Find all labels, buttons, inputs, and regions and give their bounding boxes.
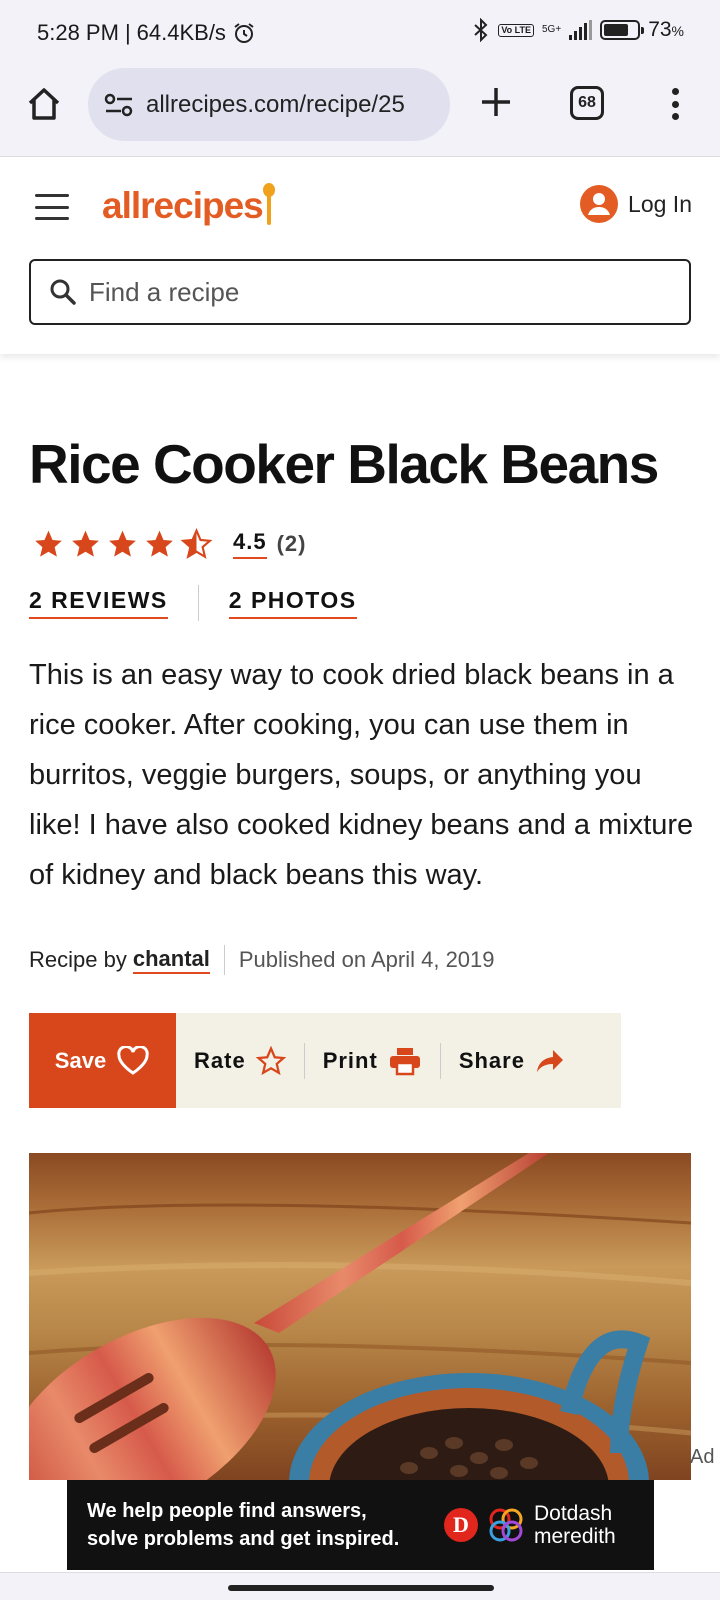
share-arrow-icon (536, 1049, 563, 1072)
rate-button[interactable]: Rate (176, 1045, 304, 1076)
ad-brand: D Dotdash meredith (444, 1502, 616, 1548)
action-bar: Save Rate Print Share (29, 1013, 621, 1108)
home-icon (28, 88, 60, 120)
home-button[interactable] (24, 84, 64, 124)
tab-switcher-button[interactable]: 68 (570, 86, 604, 120)
plus-icon (482, 88, 510, 116)
spoon-logo-icon (263, 183, 275, 225)
divider (197, 585, 199, 621)
ad-brand-name: Dotdash meredith (534, 1502, 616, 1548)
search-input[interactable]: Find a recipe (29, 259, 691, 325)
status-right: Vo LTE 5G+ 73% (472, 18, 684, 42)
battery-icon (600, 20, 645, 40)
rating-value[interactable]: 4.5 (233, 529, 267, 559)
battery-level: 73 (648, 18, 672, 41)
page-title: Rice Cooker Black Beans (29, 433, 659, 495)
alarm-icon (234, 23, 254, 43)
divider (223, 945, 225, 975)
status-time: 5:28 PM (37, 20, 119, 45)
printer-icon (389, 1047, 420, 1075)
print-button[interactable]: Print (305, 1046, 440, 1076)
new-tab-button[interactable] (476, 82, 516, 122)
ad-brand-line-2: meredith (534, 1525, 616, 1548)
login-link[interactable]: Log In (580, 185, 692, 223)
photos-link[interactable]: 2 PHOTOS (228, 587, 357, 619)
ad-text: We help people find answers, solve probl… (67, 1497, 432, 1553)
login-label: Log In (628, 190, 692, 217)
share-button[interactable]: Share (441, 1048, 583, 1074)
star-full-icon (35, 530, 62, 557)
home-gesture-bar[interactable] (228, 1585, 494, 1591)
byline-prefix: Recipe by (29, 947, 127, 972)
gesture-nav-area (0, 1572, 720, 1600)
site-header: allrecipes Log In Find a recipe (0, 157, 720, 354)
user-icon (580, 185, 619, 223)
star-full-icon (109, 530, 136, 557)
search-placeholder: Find a recipe (89, 276, 240, 307)
recipe-photo[interactable] (29, 1153, 691, 1480)
print-label: Print (322, 1047, 378, 1073)
rating-count: (2) (276, 531, 307, 556)
status-left: 5:28 PM | 64.4KB/s (37, 20, 256, 46)
bluetooth-icon (474, 18, 488, 42)
share-label: Share (458, 1047, 525, 1073)
status-bar: 5:28 PM | 64.4KB/s Vo LTE 5G+ 73% (0, 0, 720, 62)
site-settings-icon[interactable] (104, 93, 134, 117)
browser-toolbar: allrecipes.com/recipe/25 68 (0, 62, 720, 157)
ad-brand-line-1: Dotdash (534, 1502, 613, 1525)
recipe-photo-art (29, 1153, 691, 1480)
save-label: Save (54, 1047, 107, 1073)
status-speed: 64.4KB/s (136, 20, 226, 45)
star-full-icon (146, 530, 173, 557)
author-link[interactable]: chantal (132, 946, 210, 974)
network-type: 5G+ (542, 24, 562, 35)
url-text[interactable]: allrecipes.com/recipe/25 (146, 91, 405, 119)
ad-line-1: We help people find answers, (87, 1500, 367, 1522)
rating-row[interactable]: 4.5 (2) (32, 528, 306, 560)
stats-row: 2 REVIEWS 2 PHOTOS (29, 585, 357, 621)
ad-label: Ad (690, 1446, 715, 1468)
address-bar[interactable]: allrecipes.com/recipe/25 (88, 68, 450, 141)
byline: Recipe by chantal Published on April 4, … (29, 945, 495, 975)
ad-banner[interactable]: We help people find answers, solve probl… (67, 1480, 654, 1570)
signal-icon (569, 20, 593, 40)
star-rating (32, 528, 213, 560)
menu-icon[interactable] (35, 194, 69, 220)
star-half-icon (180, 528, 213, 559)
meredith-knot-icon (489, 1508, 523, 1542)
search-icon (50, 279, 76, 305)
star-outline-icon (255, 1045, 286, 1075)
battery-unit: % (671, 23, 684, 39)
ad-line-2: solve problems and get inspired. (87, 1528, 400, 1550)
volte-badge: Vo LTE (498, 23, 534, 37)
rate-label: Rate (194, 1047, 246, 1073)
heart-icon (117, 1045, 149, 1075)
published-date: Published on April 4, 2019 (238, 947, 495, 972)
site-logo[interactable]: allrecipes (102, 185, 264, 227)
recipe-description: This is an easy way to cook dried black … (29, 659, 694, 891)
save-button[interactable]: Save (29, 1013, 176, 1108)
reviews-link[interactable]: 2 REVIEWS (29, 587, 168, 619)
star-full-icon (72, 530, 99, 557)
dotdash-logo-icon: D (444, 1508, 478, 1542)
more-menu-button[interactable] (660, 84, 690, 124)
